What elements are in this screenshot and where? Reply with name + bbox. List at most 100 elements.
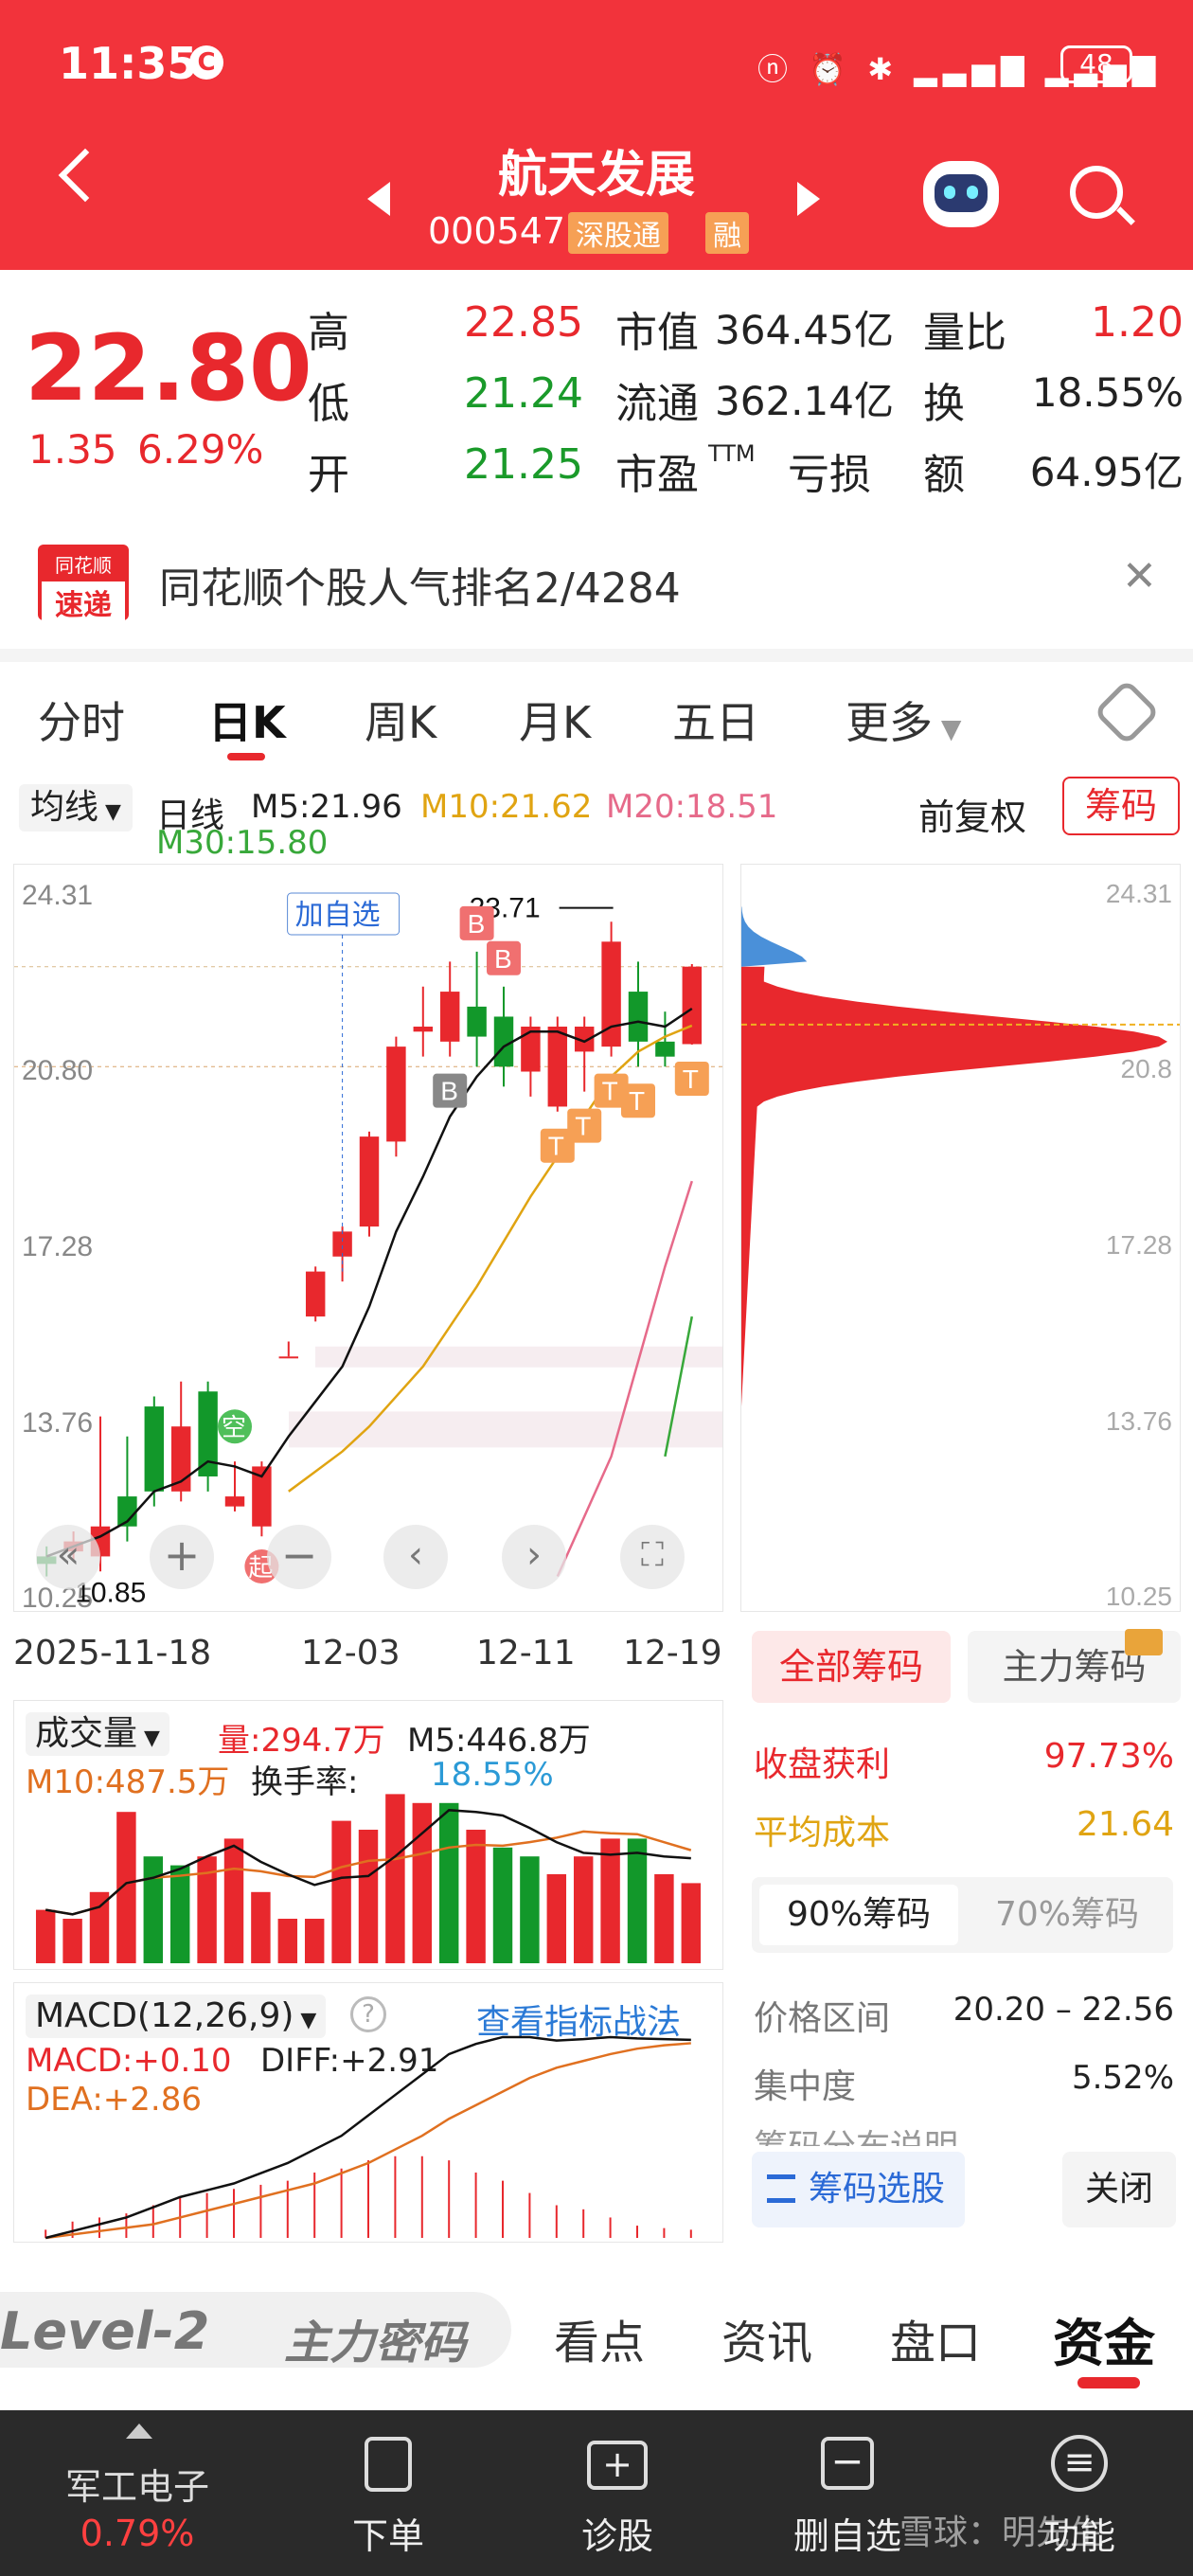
tab-five-day[interactable]: 五日: [672, 689, 759, 751]
gap-band: [315, 1346, 722, 1368]
x-tick: 12-11: [476, 1634, 576, 1673]
connect-badge: 深股通: [568, 212, 668, 254]
search-icon[interactable]: [1070, 166, 1123, 219]
volume-bar: [438, 1802, 459, 1963]
scroll-left-far-icon[interactable]: «: [36, 1525, 100, 1589]
profit-label: 收盘获利: [754, 1745, 891, 1784]
lock-icon: [1125, 1629, 1163, 1655]
chip-distribution-chart: 24.31 20.8 17.28 13.76 10.25: [740, 864, 1181, 1612]
ma30-label: M30:15.80: [156, 824, 329, 862]
chip-tab-all[interactable]: 全部筹码: [752, 1631, 951, 1703]
tab-more[interactable]: 更多 ▼: [846, 689, 961, 751]
profit-value: 97.73%: [1043, 1737, 1174, 1776]
sector-change: 0.79%: [80, 2513, 195, 2554]
ma-select[interactable]: 均线 ▼: [19, 784, 133, 832]
signal-marker-label: B: [440, 1077, 458, 1106]
ma20-line: [556, 1180, 693, 1578]
price-change-pct: 6.29%: [137, 426, 264, 473]
active-tab-indicator: [227, 753, 265, 760]
popularity-text: 同花顺个股人气排名2/4284: [159, 564, 681, 613]
tab-highlights[interactable]: 看点: [554, 2305, 645, 2371]
vol-ratio-value: 1.20: [1091, 298, 1184, 347]
tab-order-book[interactable]: 盘口: [890, 2305, 981, 2371]
next-stock-icon[interactable]: [797, 182, 820, 216]
app-notification-icon: C: [189, 45, 223, 80]
chip-close-button[interactable]: 关闭: [1062, 2152, 1176, 2227]
margin-badge: 融: [705, 212, 749, 254]
volume-bar: [331, 1820, 351, 1963]
scroll-left-icon[interactable]: ‹: [383, 1525, 448, 1589]
add-watch-label: 加自选: [295, 900, 381, 931]
avg-cost-value: 21.64: [1076, 1805, 1174, 1844]
chip-axis-label: 13.76: [1106, 1406, 1172, 1436]
tab-monthly-k[interactable]: 月K: [519, 689, 591, 751]
signal-marker-label: B: [468, 909, 486, 939]
candle-body: [628, 992, 649, 1042]
volume-bar: [169, 1865, 190, 1963]
signal-marker-label: T: [548, 1132, 564, 1161]
x-tick: 12-19: [623, 1634, 722, 1673]
volume-bar: [600, 1838, 620, 1963]
tab-main-force[interactable]: 主力密码: [284, 2305, 466, 2371]
candle-body: [413, 1027, 434, 1032]
watermark: 雪球：明先生: [899, 2513, 1105, 2552]
fullscreen-icon[interactable]: ⛶: [620, 1525, 685, 1589]
tab-level2[interactable]: Level-2: [0, 2301, 209, 2361]
chip-90-tab[interactable]: 90%筹码: [759, 1885, 958, 1945]
pe-value: 亏损: [788, 451, 871, 499]
float-value: 362.14亿: [715, 378, 894, 424]
volume-bar: [681, 1883, 702, 1963]
period-tabs: 分时 日K 周K 月K 五日 更多 ▼: [0, 662, 1193, 766]
candle-body: [144, 1406, 165, 1492]
tab-daily-k[interactable]: 日K: [208, 689, 286, 751]
active-tab-indicator: [1077, 2377, 1140, 2388]
robot-assistant-icon[interactable]: [923, 161, 999, 227]
close-icon[interactable]: ✕: [1122, 552, 1157, 600]
macd-chart: [45, 2035, 692, 2240]
price-change: 1.35: [28, 426, 117, 473]
vol-ratio-label: 量比: [923, 309, 1006, 357]
top-bar: 11:35 C ⓝ ⏰ ✱ ▂▃▅▇ ▂▃▅▇ 48 航天发展 000547 深…: [0, 0, 1193, 270]
up-arrow-icon: [126, 2424, 152, 2439]
volume-bar: [304, 1919, 325, 1963]
tab-weekly-k[interactable]: 周K: [365, 689, 436, 751]
concentration-value: 5.52%: [1071, 2059, 1174, 2097]
x-tick: 2025-11-18: [13, 1634, 212, 1673]
tab-capital[interactable]: 资金: [1053, 2301, 1155, 2376]
tab-news[interactable]: 资讯: [721, 2305, 812, 2371]
ma10-label: M10:21.62: [420, 788, 593, 826]
chip-note-label[interactable]: 筹码分布说明: [754, 2123, 958, 2146]
chip-70-tab[interactable]: 70%筹码: [968, 1885, 1166, 1945]
volume-bar: [573, 1856, 594, 1963]
adjust-toggle[interactable]: 前复权: [918, 788, 1026, 840]
kline-chart[interactable]: 24.3120.8017.2813.7610.2523.7110.85加自选 BB…: [13, 864, 723, 1612]
chip-axis-label: 20.8: [1121, 1054, 1173, 1083]
amount-value: 64.95亿: [1029, 449, 1184, 495]
volume-chart: [35, 1794, 702, 1963]
chip-axis-label: 17.28: [1106, 1230, 1172, 1260]
range-value: 20.20 – 22.56: [953, 1991, 1174, 2029]
chip-axis-label: 10.25: [1106, 1582, 1172, 1611]
mcap-value: 364.45亿: [715, 307, 894, 353]
low-label: 低: [308, 380, 349, 428]
chip-axis-label: 24.31: [1106, 879, 1172, 908]
range-label: 价格区间: [754, 1999, 891, 2038]
chip-button[interactable]: 筹码: [1062, 777, 1180, 835]
candle-body: [278, 1356, 299, 1359]
open-value: 21.25: [464, 440, 583, 489]
candle-body: [439, 992, 460, 1042]
chip-profile-profit: [741, 966, 1167, 1432]
high-label: 高: [308, 309, 349, 357]
volume-bar: [251, 1891, 271, 1963]
tab-timeshare[interactable]: 分时: [38, 689, 125, 751]
volume-bar: [492, 1847, 513, 1963]
zoom-in-icon[interactable]: +: [150, 1525, 214, 1589]
candle-body: [521, 1027, 541, 1072]
popularity-banner[interactable]: 同花顺 速递 同花顺个股人气排名2/4284 ✕: [0, 526, 1193, 649]
status-time: 11:35: [59, 38, 198, 89]
volume-bar: [62, 1919, 82, 1963]
zoom-out-icon[interactable]: −: [267, 1525, 331, 1589]
scroll-right-icon[interactable]: ›: [502, 1525, 566, 1589]
y-tick-label: 20.80: [22, 1055, 93, 1086]
settings-icon[interactable]: [1093, 678, 1161, 746]
